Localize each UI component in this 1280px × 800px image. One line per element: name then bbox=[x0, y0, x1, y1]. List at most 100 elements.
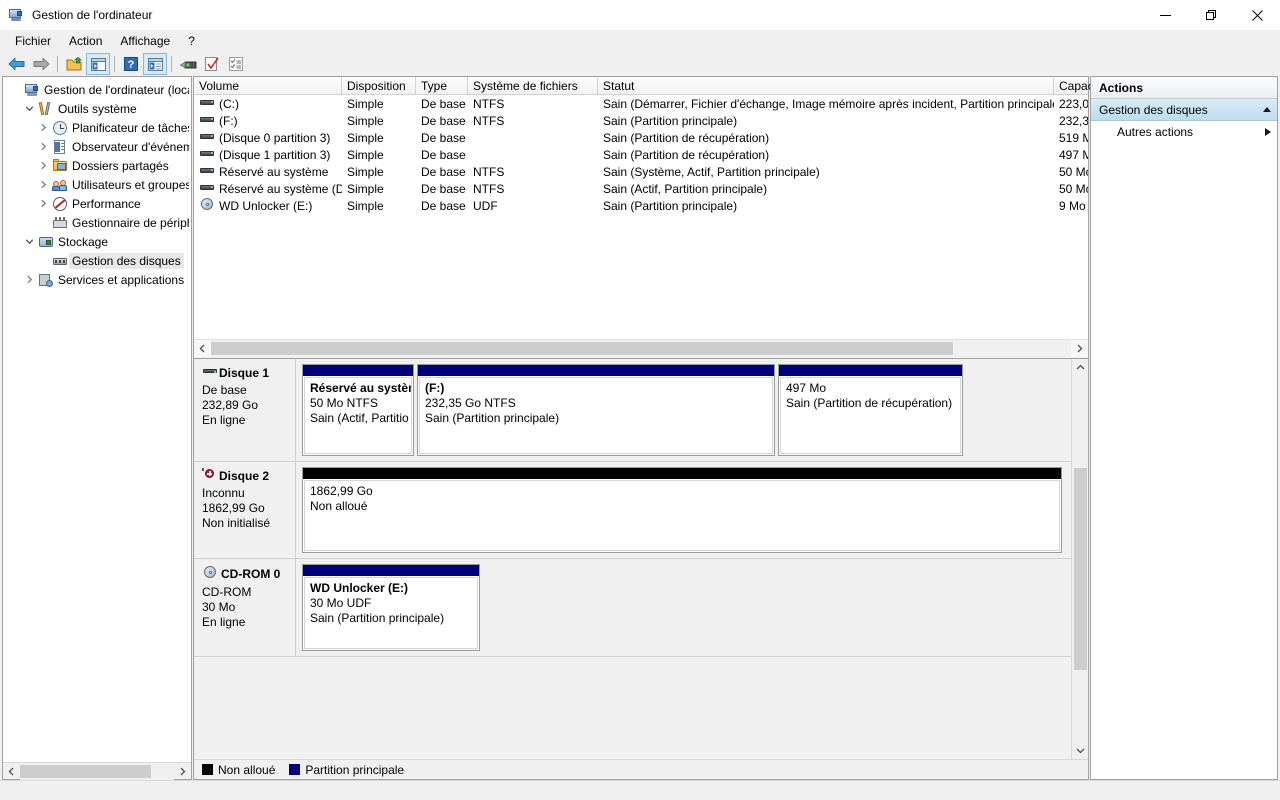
column-header-type[interactable]: Type bbox=[416, 77, 468, 94]
cell-text: NTFS bbox=[473, 96, 505, 111]
partition-block[interactable]: WD Unlocker (E:) 30 Mo UDF Sain (Partition… bbox=[302, 564, 480, 651]
graphical-scroll-thumb[interactable] bbox=[1074, 468, 1087, 670]
tree-item-outils-syst-me[interactable]: Outils système bbox=[3, 99, 191, 118]
cell-disposition: Simple bbox=[342, 182, 416, 196]
disk-info[interactable]: CD-ROM 0 CD-ROM 30 Mo En ligne bbox=[194, 559, 296, 656]
forward-icon[interactable] bbox=[29, 53, 53, 75]
disk-row-disque-2[interactable]: Disque 2 Inconnu 1862,99 Go Non initialisé 1… bbox=[194, 462, 1071, 559]
cell-status: Sain (Démarrer, Fichier d'échange, Image… bbox=[598, 97, 1054, 111]
tree-twisty-right[interactable] bbox=[35, 199, 51, 208]
tree-twisty-right[interactable] bbox=[21, 275, 37, 284]
tree-item-gestion-de-l-ordinateur-local[interactable]: Gestion de l'ordinateur (local) bbox=[3, 80, 191, 99]
cell-text: De base bbox=[421, 96, 466, 111]
tree-twisty-right[interactable] bbox=[35, 123, 51, 132]
tree-item-services-et-applications[interactable]: Services et applications bbox=[3, 270, 191, 289]
cell-filesystem: UDF bbox=[468, 199, 598, 213]
show-console-tree-icon[interactable] bbox=[86, 53, 110, 75]
disk-warning-icon bbox=[202, 467, 216, 485]
up-folder-icon[interactable] bbox=[62, 53, 86, 75]
checklist-icon[interactable] bbox=[224, 53, 248, 75]
maximize-restore-button[interactable] bbox=[1188, 0, 1234, 30]
cell-type: De base bbox=[416, 165, 468, 179]
table-row[interactable]: (Disque 0 partition 3) Simple De base Sain … bbox=[194, 129, 1088, 146]
cell-text: Simple bbox=[347, 113, 384, 128]
column-header-label: Capac bbox=[1059, 78, 1094, 93]
event-viewer-icon bbox=[51, 139, 69, 155]
graphical-scroll-track[interactable] bbox=[1072, 376, 1088, 742]
cell-filesystem: NTFS bbox=[468, 182, 598, 196]
tree-scroll-thumb[interactable] bbox=[20, 764, 151, 778]
scroll-right-icon[interactable] bbox=[174, 763, 191, 780]
tree-item-label: Observateur d'événeme bbox=[72, 139, 189, 154]
tree-twisty-down[interactable] bbox=[21, 104, 37, 113]
tree-item-label: Gestion de l'ordinateur (local) bbox=[44, 82, 189, 97]
rescan-icon[interactable] bbox=[200, 53, 224, 75]
scroll-left-icon[interactable] bbox=[194, 340, 211, 357]
table-row[interactable]: Réservé au système Simple De base NTFS Sain … bbox=[194, 163, 1088, 180]
tree-item-performance[interactable]: Performance bbox=[3, 194, 191, 213]
cell-type: De base bbox=[416, 148, 468, 162]
disk-icon bbox=[202, 364, 217, 382]
partition-status: Non alloué bbox=[310, 499, 368, 513]
table-row[interactable]: WD Unlocker (E:) Simple De base UDF Sain (Pa… bbox=[194, 197, 1088, 214]
tree-twisty-down[interactable] bbox=[21, 237, 37, 246]
tree-item-gestionnaire-de-p-riph[interactable]: Gestionnaire de périphé bbox=[3, 213, 191, 232]
scroll-down-icon[interactable] bbox=[1072, 742, 1088, 759]
tree-scroll-track[interactable] bbox=[20, 762, 174, 780]
list-scroll-track[interactable] bbox=[211, 340, 1071, 357]
cell-disposition: Simple bbox=[342, 165, 416, 179]
cell-text: (Disque 1 partition 3) bbox=[219, 147, 331, 162]
chevron-up-icon[interactable] bbox=[1263, 107, 1271, 112]
back-icon[interactable] bbox=[5, 53, 29, 75]
menu-item-help[interactable]: ? bbox=[179, 31, 204, 51]
cell-type: De base bbox=[416, 97, 468, 111]
tree-horizontal-scrollbar[interactable] bbox=[3, 762, 191, 780]
column-header-statut[interactable]: Statut bbox=[598, 77, 1054, 94]
toolbar-separator bbox=[114, 56, 115, 72]
chevron-right-icon[interactable] bbox=[1265, 128, 1271, 136]
tree-twisty-right[interactable] bbox=[35, 180, 51, 189]
partition-block[interactable]: 497 Mo Sain (Partition de récupération) bbox=[778, 364, 963, 456]
legend-label: Non alloué bbox=[218, 762, 276, 777]
disk-row-disque-1[interactable]: Disque 1 De base 232,89 Go En ligne Réservé … bbox=[194, 359, 1071, 462]
tree-item-observateur-d-v-neme[interactable]: Observateur d'événeme bbox=[3, 137, 191, 156]
partition-block[interactable]: 1862,99 Go Non alloué bbox=[302, 467, 1062, 553]
tree-item-planificateur-de-t-ches[interactable]: Planificateur de tâches bbox=[3, 118, 191, 137]
tree-twisty-right[interactable] bbox=[35, 142, 51, 151]
show-action-pane-icon[interactable] bbox=[143, 53, 167, 75]
menu-item-action[interactable]: Action bbox=[60, 31, 111, 51]
partition-block[interactable]: Réservé au systèm 50 Mo NTFS Sain (Actif, … bbox=[302, 364, 414, 456]
column-header-disposition[interactable]: Disposition bbox=[342, 77, 416, 94]
action-item-autres-actions[interactable]: Autres actions bbox=[1091, 121, 1277, 143]
table-row[interactable]: (Disque 1 partition 3) Simple De base Sain … bbox=[194, 146, 1088, 163]
cell-filesystem: NTFS bbox=[468, 114, 598, 128]
scroll-left-icon[interactable] bbox=[3, 763, 20, 780]
help-icon[interactable]: ? bbox=[119, 53, 143, 75]
volume-list-horizontal-scrollbar[interactable] bbox=[194, 339, 1088, 357]
disk-info[interactable]: Disque 2 Inconnu 1862,99 Go Non initialisé bbox=[194, 462, 296, 558]
graphical-view-vertical-scrollbar[interactable] bbox=[1071, 359, 1088, 759]
tree-item-dossiers-partag-s[interactable]: Dossiers partagés bbox=[3, 156, 191, 175]
disk-info[interactable]: Disque 1 De base 232,89 Go En ligne bbox=[194, 359, 296, 461]
column-header-syst-me-de-fichiers[interactable]: Système de fichiers bbox=[468, 77, 598, 94]
column-header-volume[interactable]: Volume bbox=[194, 77, 342, 94]
tree-item-gestion-des-disques[interactable]: Gestion des disques bbox=[3, 251, 191, 270]
partition-block[interactable]: (F:) 232,35 Go NTFS Sain (Partition princi… bbox=[417, 364, 775, 456]
menu-item-affichage[interactable]: Affichage bbox=[111, 31, 179, 51]
close-button[interactable] bbox=[1234, 0, 1280, 30]
list-scroll-thumb[interactable] bbox=[211, 342, 953, 355]
table-row[interactable]: (C:) Simple De base NTFS Sain (Démarrer, Fic… bbox=[194, 95, 1088, 112]
table-row[interactable]: (F:) Simple De base NTFS Sain (Partition pri… bbox=[194, 112, 1088, 129]
menu-item-fichier[interactable]: Fichier bbox=[6, 31, 60, 51]
scroll-right-icon[interactable] bbox=[1071, 340, 1088, 357]
actions-group-disk-management[interactable]: Gestion des disques bbox=[1091, 99, 1277, 121]
tree-item-utilisateurs-et-groupes-l[interactable]: Utilisateurs et groupes l bbox=[3, 175, 191, 194]
minimize-button[interactable] bbox=[1142, 0, 1188, 30]
tree-twisty-right[interactable] bbox=[35, 161, 51, 170]
toolbar: ? bbox=[0, 52, 1280, 76]
tree-item-stockage[interactable]: Stockage bbox=[3, 232, 191, 251]
table-row[interactable]: Réservé au système (D:) Simple De base NTFS… bbox=[194, 180, 1088, 197]
properties-icon[interactable] bbox=[176, 53, 200, 75]
scroll-up-icon[interactable] bbox=[1072, 359, 1088, 376]
disk-row-cd-rom-0[interactable]: CD-ROM 0 CD-ROM 30 Mo En ligne WD Unlocker (… bbox=[194, 559, 1071, 657]
